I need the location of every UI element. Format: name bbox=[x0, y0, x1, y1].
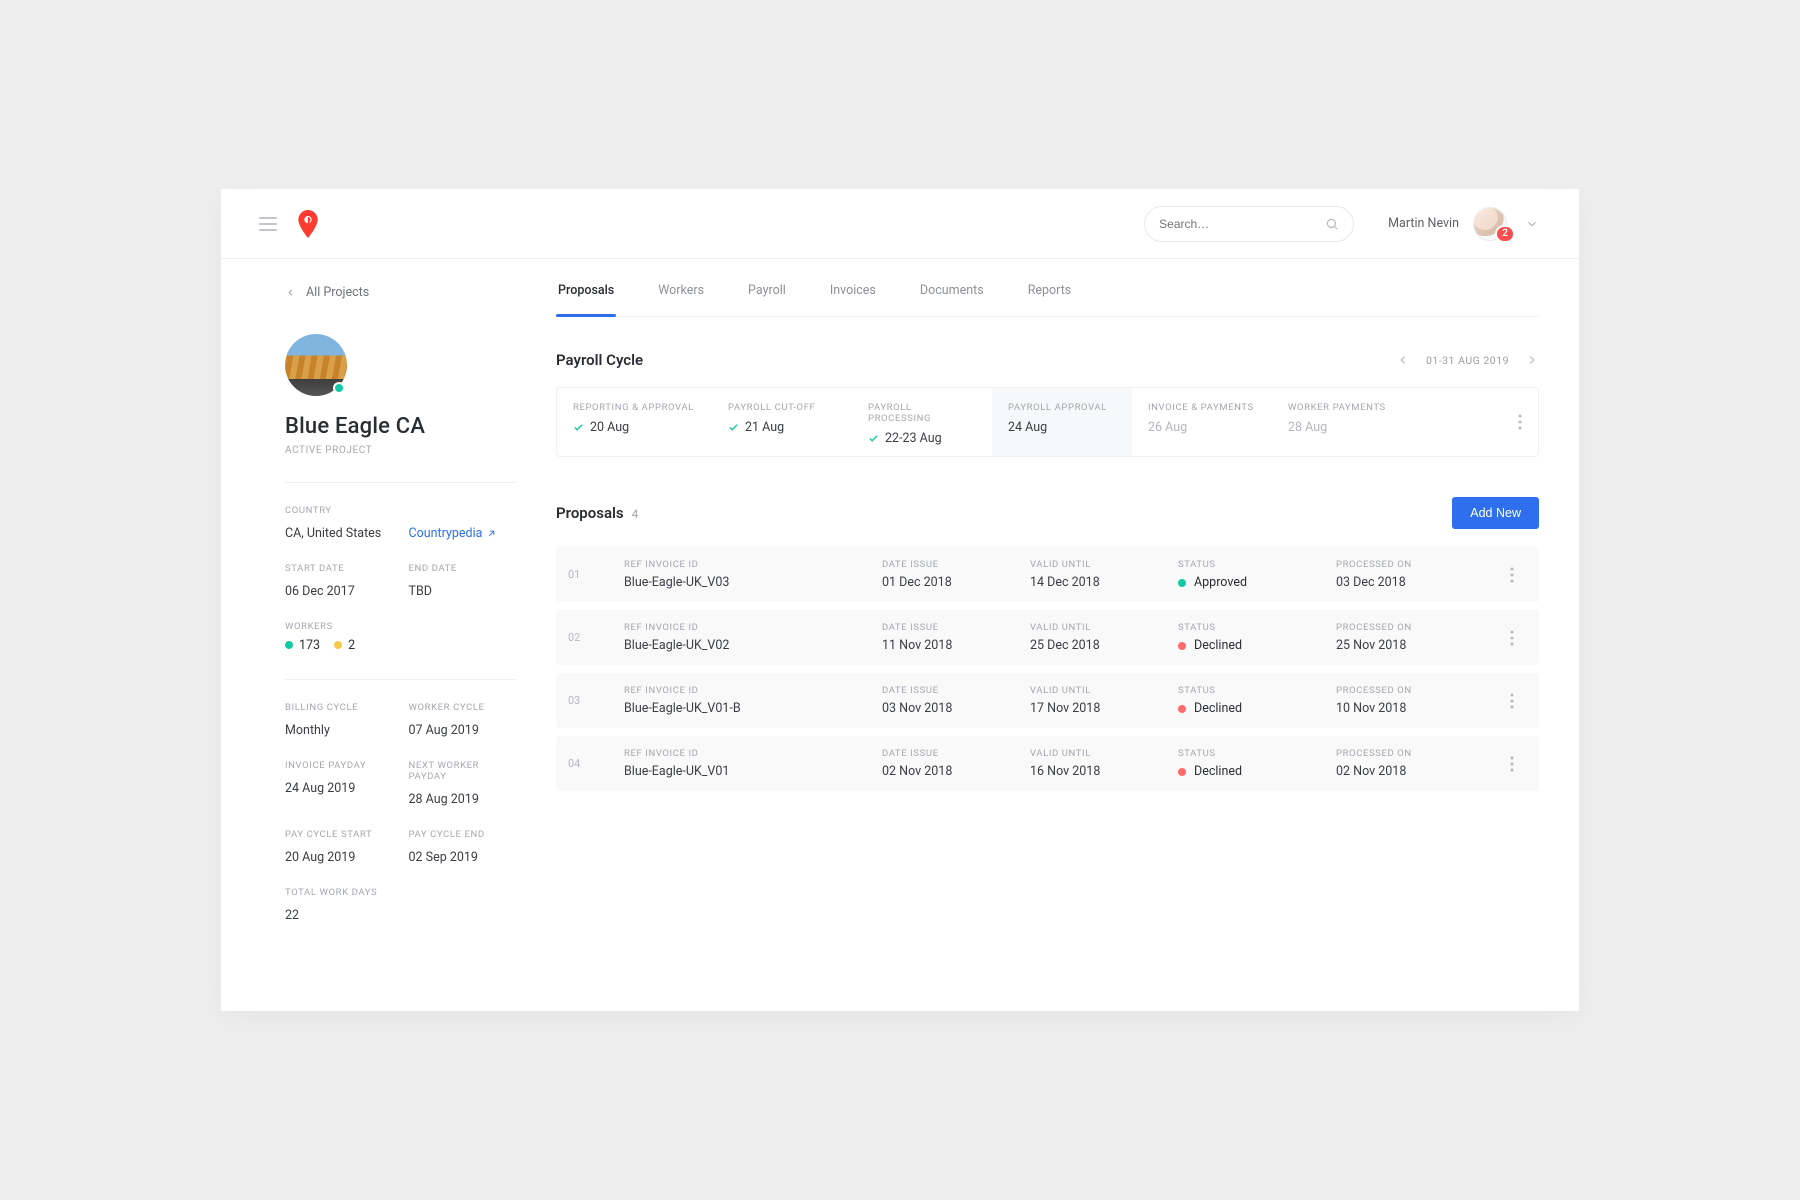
row-more-button[interactable] bbox=[1494, 567, 1530, 583]
row-more-button[interactable] bbox=[1494, 693, 1530, 709]
project-status-dot bbox=[333, 382, 345, 394]
tab-proposals[interactable]: Proposals bbox=[556, 283, 616, 316]
countrypedia-link[interactable]: Countrypedia bbox=[409, 526, 498, 541]
next-range-button[interactable] bbox=[1525, 353, 1539, 367]
project-title: Blue Eagle CA bbox=[285, 414, 516, 439]
check-icon bbox=[868, 433, 879, 444]
next-worker-payday-label: NEXT WORKER PAYDAY bbox=[409, 760, 517, 782]
search-input[interactable] bbox=[1159, 217, 1317, 231]
search-icon bbox=[1325, 217, 1339, 231]
more-vertical-icon bbox=[1510, 630, 1514, 646]
tab-workers[interactable]: Workers bbox=[656, 283, 706, 316]
chevron-down-icon bbox=[1525, 217, 1539, 231]
row-number: 01 bbox=[568, 568, 616, 581]
row-number: 02 bbox=[568, 631, 616, 644]
avatar[interactable]: 2 bbox=[1473, 207, 1507, 241]
breadcrumb-back[interactable]: All Projects bbox=[285, 285, 516, 300]
breadcrumb-label: All Projects bbox=[306, 285, 369, 300]
cycle-step-approval[interactable]: PAYROLL APPROVAL 24 Aug bbox=[992, 388, 1132, 456]
cycle-step-cutoff[interactable]: PAYROLL CUT-OFF 21 Aug bbox=[712, 388, 852, 456]
table-row[interactable]: 01 REF INVOICE IDBlue-Eagle-UK_V03 DATE … bbox=[556, 547, 1539, 602]
chevron-left-icon bbox=[285, 287, 296, 298]
row-more-button[interactable] bbox=[1494, 756, 1530, 772]
billing-cycle-value: Monthly bbox=[285, 723, 330, 738]
date-range-nav: 01-31 AUG 2019 bbox=[1396, 353, 1539, 367]
country-label: COUNTRY bbox=[285, 505, 393, 516]
table-row[interactable]: 03 REF INVOICE IDBlue-Eagle-UK_V01-B DAT… bbox=[556, 673, 1539, 728]
app-window: Martin Nevin 2 All Projects Blue Eagle C… bbox=[221, 189, 1579, 1011]
tab-payroll[interactable]: Payroll bbox=[746, 283, 788, 316]
project-details-panel: All Projects Blue Eagle CA ACTIVE PROJEC… bbox=[221, 259, 556, 1011]
status-badge: Declined bbox=[1178, 701, 1328, 716]
cycle-step-worker-payments[interactable]: WORKER PAYMENTS 28 Aug bbox=[1272, 388, 1412, 456]
cycle-step-processing[interactable]: PAYROLL PROCESSING 22-23 Aug bbox=[852, 388, 992, 456]
row-number: 03 bbox=[568, 694, 616, 707]
tab-invoices[interactable]: Invoices bbox=[828, 283, 878, 316]
billing-cycle-label: BILLING CYCLE bbox=[285, 702, 393, 713]
payroll-cycle-strip: REPORTING & APPROVAL 20 Aug PAYROLL CUT-… bbox=[556, 387, 1539, 457]
tabs: Proposals Workers Payroll Invoices Docum… bbox=[556, 259, 1539, 317]
project-avatar bbox=[285, 334, 347, 396]
project-subtitle: ACTIVE PROJECT bbox=[285, 445, 516, 456]
status-badge: Declined bbox=[1178, 638, 1328, 653]
check-icon bbox=[573, 422, 584, 433]
date-range-label: 01-31 AUG 2019 bbox=[1426, 354, 1509, 367]
more-vertical-icon bbox=[1518, 414, 1522, 430]
add-new-button[interactable]: Add New bbox=[1452, 497, 1539, 529]
cycle-more-button[interactable] bbox=[1502, 388, 1538, 456]
row-more-button[interactable] bbox=[1494, 630, 1530, 646]
proposals-count: 4 bbox=[632, 507, 639, 521]
table-row[interactable]: 04 REF INVOICE IDBlue-Eagle-UK_V01 DATE … bbox=[556, 736, 1539, 791]
external-link-icon bbox=[486, 528, 497, 539]
table-row[interactable]: 02 REF INVOICE IDBlue-Eagle-UK_V02 DATE … bbox=[556, 610, 1539, 665]
menu-icon[interactable] bbox=[259, 217, 277, 231]
total-work-days-value: 22 bbox=[285, 908, 299, 923]
notification-badge: 2 bbox=[1495, 225, 1515, 243]
pay-cycle-end-label: PAY CYCLE END bbox=[409, 829, 517, 840]
start-date-value: 06 Dec 2017 bbox=[285, 584, 355, 599]
worker-cycle-label: WORKER CYCLE bbox=[409, 702, 517, 713]
workers-active: 173 bbox=[285, 638, 320, 653]
proposals-title: Proposals bbox=[556, 504, 624, 522]
app-logo[interactable] bbox=[297, 210, 319, 238]
tab-reports[interactable]: Reports bbox=[1026, 283, 1074, 316]
pay-cycle-start-label: PAY CYCLE START bbox=[285, 829, 393, 840]
invoice-payday-label: INVOICE PAYDAY bbox=[285, 760, 393, 771]
pay-cycle-start-value: 20 Aug 2019 bbox=[285, 850, 355, 865]
pay-cycle-end-value: 02 Sep 2019 bbox=[409, 850, 478, 865]
tab-documents[interactable]: Documents bbox=[918, 283, 986, 316]
invoice-payday-value: 24 Aug 2019 bbox=[285, 781, 355, 796]
more-vertical-icon bbox=[1510, 756, 1514, 772]
country-value: CA, United States bbox=[285, 526, 381, 541]
end-date-value: TBD bbox=[409, 584, 432, 599]
status-badge: Declined bbox=[1178, 764, 1328, 779]
proposals-table: 01 REF INVOICE IDBlue-Eagle-UK_V03 DATE … bbox=[556, 547, 1539, 791]
prev-range-button[interactable] bbox=[1396, 353, 1410, 367]
user-name: Martin Nevin bbox=[1388, 216, 1459, 231]
start-date-label: START DATE bbox=[285, 563, 393, 574]
more-vertical-icon bbox=[1510, 567, 1514, 583]
check-icon bbox=[728, 422, 739, 433]
search-input-wrapper[interactable] bbox=[1144, 206, 1354, 242]
next-worker-payday-value: 28 Aug 2019 bbox=[409, 792, 479, 807]
workers-label: WORKERS bbox=[285, 621, 516, 632]
payroll-cycle-title: Payroll Cycle bbox=[556, 351, 643, 369]
total-work-days-label: TOTAL WORK DAYS bbox=[285, 887, 516, 898]
main-content: Proposals Workers Payroll Invoices Docum… bbox=[556, 259, 1579, 1011]
worker-cycle-value: 07 Aug 2019 bbox=[409, 723, 479, 738]
workers-pending: 2 bbox=[334, 638, 355, 653]
cycle-step-invoice[interactable]: INVOICE & PAYMENTS 26 Aug bbox=[1132, 388, 1272, 456]
app-header: Martin Nevin 2 bbox=[221, 189, 1579, 259]
more-vertical-icon bbox=[1510, 693, 1514, 709]
user-menu[interactable]: Martin Nevin 2 bbox=[1388, 207, 1539, 241]
row-number: 04 bbox=[568, 757, 616, 770]
end-date-label: END DATE bbox=[409, 563, 517, 574]
cycle-step-reporting[interactable]: REPORTING & APPROVAL 20 Aug bbox=[557, 388, 712, 456]
status-badge: Approved bbox=[1178, 575, 1328, 590]
